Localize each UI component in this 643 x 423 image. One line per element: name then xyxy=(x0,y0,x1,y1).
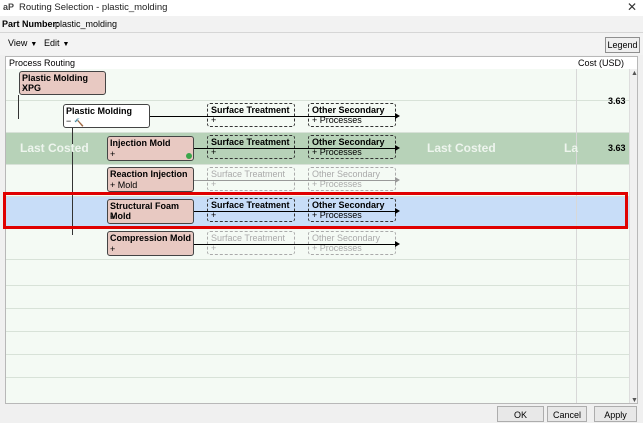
routing-root-label: Plastic Molding XPG xyxy=(22,73,89,93)
arrow-right-icon xyxy=(395,241,400,247)
part-number-label: Part Number: xyxy=(2,19,60,29)
app-icon: aP xyxy=(3,2,15,12)
table-row xyxy=(6,260,629,286)
surface-treatment-slot[interactable]: Surface Treatment + xyxy=(207,103,295,127)
ok-button[interactable]: OK xyxy=(497,406,544,422)
edit-menu[interactable]: Edit ▼ xyxy=(44,38,69,48)
part-number-value: plastic_molding xyxy=(55,19,118,29)
surface-treatment-label: Surface Treatment xyxy=(211,169,286,179)
gear-icon xyxy=(186,153,192,159)
routing-panel: Process Routing Cost (USD) ▲ ▼ Plastic M… xyxy=(5,56,638,404)
other-secondary-slot[interactable]: Other Secondary + Processes xyxy=(308,167,396,191)
chevron-down-icon: ▼ xyxy=(30,41,38,48)
tree-connector xyxy=(18,95,19,119)
add-icon[interactable]: + xyxy=(110,149,115,159)
other-secondary-label: Other Secondary xyxy=(312,105,385,115)
scroll-down-icon[interactable]: ▼ xyxy=(631,397,637,403)
selection-highlight xyxy=(3,192,628,229)
close-icon[interactable]: ✕ xyxy=(627,0,637,14)
view-menu[interactable]: View ▼ xyxy=(8,38,37,48)
collapse-toggle[interactable]: − xyxy=(66,116,71,126)
injection-mold-node[interactable]: Injection Mold + xyxy=(107,136,194,161)
table-row xyxy=(6,332,629,355)
surface-treatment-slot[interactable]: Surface Treatment + xyxy=(207,167,295,191)
legend-button[interactable]: Legend xyxy=(605,37,640,53)
flow-line xyxy=(194,180,396,181)
process-label: Reaction Injection xyxy=(110,169,188,179)
last-costed-watermark: Last Costed xyxy=(427,141,496,155)
other-secondary-label: Other Secondary xyxy=(312,137,385,147)
surface-treatment-slot[interactable]: Surface Treatment + xyxy=(207,231,295,255)
title-bar: aP Routing Selection - plastic_molding ✕ xyxy=(0,0,643,16)
arrow-right-icon xyxy=(395,145,400,151)
table-row xyxy=(6,309,629,332)
compression-mold-node[interactable]: Compression Mold + xyxy=(107,231,194,256)
scroll-up-icon[interactable]: ▲ xyxy=(631,70,637,77)
add-icon[interactable]: + xyxy=(110,244,115,254)
cost-header: Cost (USD) xyxy=(578,58,625,68)
last-costed-watermark: Last Costed xyxy=(20,141,89,155)
process-label: Compression Mold xyxy=(110,233,192,243)
chevron-down-icon: ▼ xyxy=(62,41,70,48)
cancel-button[interactable]: Cancel xyxy=(547,406,587,422)
other-secondary-slot[interactable]: Other Secondary + Processes xyxy=(308,135,396,159)
surface-treatment-label: Surface Treatment xyxy=(211,137,290,147)
process-routing-header: Process Routing xyxy=(9,58,76,68)
other-secondary-label: Other Secondary xyxy=(312,169,381,179)
other-secondary-slot[interactable]: Other Secondary + Processes xyxy=(308,231,396,255)
surface-treatment-slot[interactable]: Surface Treatment + xyxy=(207,135,295,159)
window-title: Routing Selection - plastic_molding xyxy=(19,2,168,13)
table-row xyxy=(6,378,629,403)
arrow-right-icon xyxy=(395,177,400,183)
cost-column-divider xyxy=(576,69,577,403)
cost-value: 3.63 xyxy=(608,143,626,153)
part-number-bar: Part Number: plastic_molding xyxy=(0,16,643,33)
surface-treatment-label: Surface Treatment xyxy=(211,105,290,115)
menu-bar: View ▼ Edit ▼ xyxy=(0,33,643,55)
collapse-toggle[interactable]: − xyxy=(22,83,27,93)
routing-root-node[interactable]: Plastic Molding XPG − xyxy=(19,71,106,95)
vertical-scrollbar[interactable]: ▲ ▼ xyxy=(629,69,637,403)
view-menu-label: View xyxy=(8,38,28,48)
process-sublabel: + Mold xyxy=(110,180,138,190)
flow-line xyxy=(194,244,396,245)
apply-button[interactable]: Apply xyxy=(594,406,637,422)
plastic-molding-label: Plastic Molding xyxy=(66,106,133,116)
table-row xyxy=(6,355,629,378)
table-row xyxy=(6,286,629,309)
arrow-right-icon xyxy=(395,113,400,119)
hammer-icon: 🔨 xyxy=(74,118,84,127)
edit-menu-label: Edit xyxy=(44,38,60,48)
surface-treatment-label: Surface Treatment xyxy=(211,233,286,243)
other-secondary-slot[interactable]: Other Secondary + Processes xyxy=(308,103,396,127)
other-secondary-label: Other Secondary xyxy=(312,233,381,243)
process-label: Injection Mold xyxy=(110,138,171,148)
last-costed-watermark: La xyxy=(564,141,579,155)
flow-line xyxy=(150,116,396,117)
flow-line xyxy=(194,148,396,149)
cost-value: 3.63 xyxy=(608,96,626,106)
reaction-injection-node[interactable]: Reaction Injection + Mold xyxy=(107,167,194,192)
